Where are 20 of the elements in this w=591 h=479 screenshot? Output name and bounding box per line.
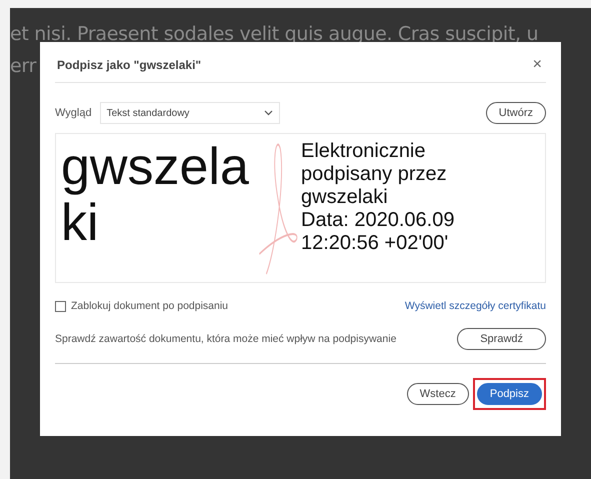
- back-button[interactable]: Wstecz: [406, 383, 469, 405]
- check-button[interactable]: Sprawdź: [457, 328, 546, 350]
- signature-detail: 12:20:56 +02'00': [301, 232, 450, 255]
- appearance-label: Wygląd: [55, 107, 92, 119]
- caret-icon: [264, 110, 273, 116]
- sign-button[interactable]: Podpisz: [476, 383, 542, 405]
- document-text: et nisi. Praesent sodales velit quis augue. Cras suscipit, u: [10, 22, 538, 47]
- signature-detail: Data: 2020.06.09: [301, 209, 454, 232]
- check-text: Sprawdź zawartość dokumentu, która może mieć wpływ na podpisywanie: [55, 333, 396, 345]
- signature-detail: podpisany przez: [301, 163, 448, 186]
- create-button[interactable]: Utwórz: [486, 102, 546, 124]
- dialog-title: Podpisz jako "gwszelaki": [56, 58, 202, 72]
- signature-name: gwszelaki: [60, 137, 250, 254]
- close-button[interactable]: ×: [528, 56, 546, 74]
- appearance-dropdown[interactable]: Tekst standardowy: [100, 102, 280, 124]
- signature-detail: Elektronicznie: [301, 140, 427, 163]
- certificate-link[interactable]: Wyświetl szczegóły certyfikatu: [404, 300, 546, 312]
- signature-detail: gwszelaki: [301, 186, 389, 209]
- lock-checkbox[interactable]: Zablokuj dokument po podpisaniu: [55, 300, 228, 312]
- document-text: err: [10, 54, 36, 79]
